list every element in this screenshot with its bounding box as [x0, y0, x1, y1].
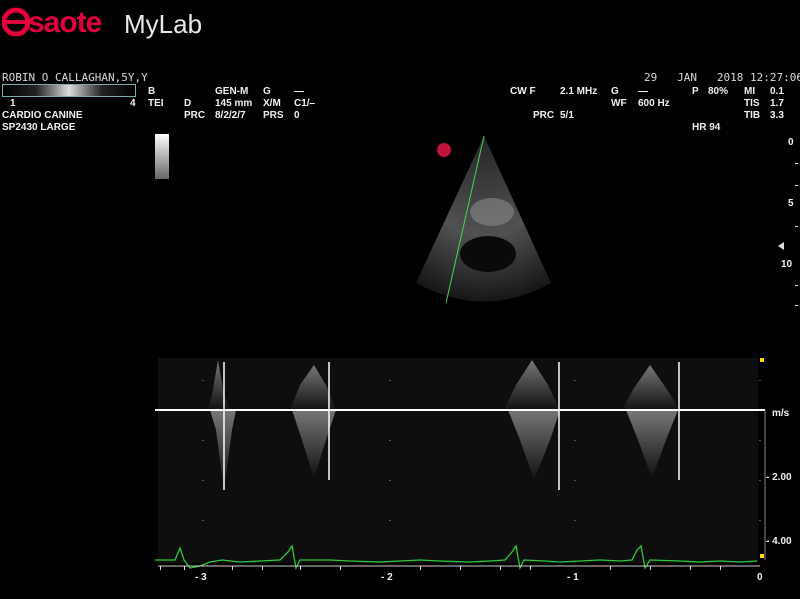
- heart-chamber: [460, 236, 516, 272]
- depth-label-5: 5: [788, 198, 794, 209]
- time-axis-ticks: [160, 566, 721, 570]
- time-label-1: - 1: [567, 572, 579, 583]
- velocity-marker-bottom: [760, 554, 764, 558]
- velocity-marker: [760, 358, 764, 362]
- time-label-2: - 2: [381, 572, 393, 583]
- esaote-probe-marker: [437, 143, 451, 157]
- velocity-unit: m/s: [772, 408, 790, 419]
- depth-tick-marks: [795, 163, 798, 306]
- ultrasound-display: [155, 135, 798, 571]
- velocity-tick-2: - 2.00: [766, 472, 792, 483]
- heart-wall: [470, 198, 514, 226]
- focus-marker: [778, 242, 784, 250]
- time-label-3: - 3: [195, 572, 207, 583]
- depth-label-10: 10: [781, 259, 793, 270]
- velocity-tick-4: - 4.00: [766, 536, 792, 547]
- time-label-0: 0: [757, 572, 763, 583]
- depth-label-0: 0: [788, 137, 794, 148]
- spectral-background: [158, 358, 758, 563]
